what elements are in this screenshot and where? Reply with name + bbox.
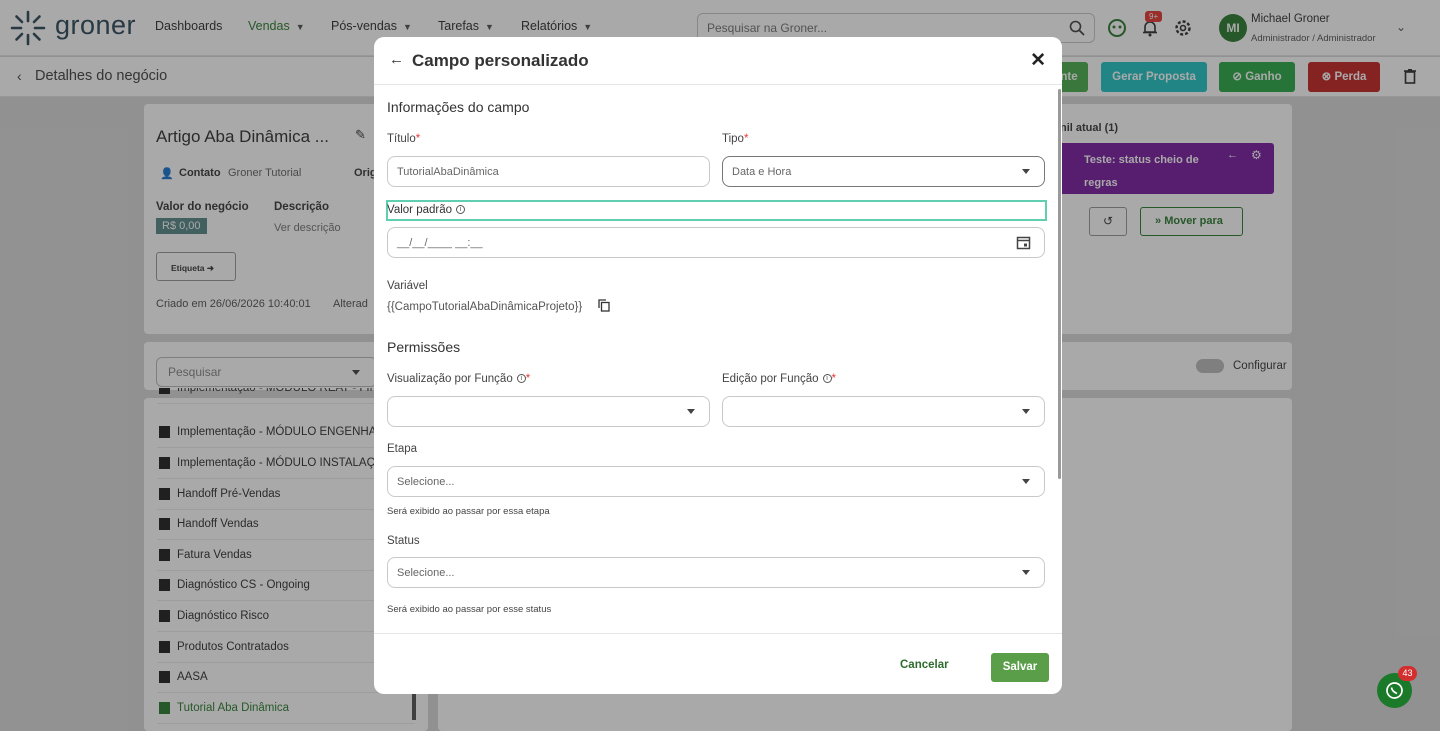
modal-scrollbar[interactable]: [1058, 89, 1061, 479]
edicao-label: Edição por Função i *: [722, 373, 837, 385]
calendar-icon[interactable]: [1016, 235, 1031, 250]
status-select[interactable]: Selecione...: [387, 557, 1045, 588]
titulo-label: Título*: [387, 133, 421, 145]
info-icon: i: [456, 205, 465, 215]
info-icon: i: [516, 374, 526, 384]
etapa-label: Etapa: [387, 443, 418, 455]
modal-title: Campo personalizado: [412, 51, 589, 70]
copy-icon[interactable]: [598, 299, 610, 312]
section-field-info: Informações do campo: [387, 99, 530, 115]
tipo-label: Tipo*: [722, 133, 749, 145]
valor-padrao-highlight: [386, 200, 1047, 221]
whatsapp-icon: [1386, 682, 1403, 699]
info-icon: i: [822, 374, 832, 384]
visualizacao-select[interactable]: [387, 396, 710, 427]
variavel-value: {{CampoTutorialAbaDinâmicaProjeto}}: [387, 301, 583, 313]
arrow-left-icon[interactable]: ←: [389, 51, 404, 68]
whatsapp-badge: 43: [1398, 666, 1417, 681]
edicao-select[interactable]: [722, 396, 1045, 427]
close-icon[interactable]: ✕: [1030, 49, 1046, 72]
chevron-down-icon: [687, 409, 695, 414]
titulo-input[interactable]: TutorialAbaDinâmica: [387, 156, 710, 187]
cancel-button[interactable]: Cancelar: [900, 659, 949, 671]
chevron-down-icon: [1022, 479, 1030, 484]
custom-field-modal: ← Campo personalizado ✕ Informações do c…: [374, 37, 1062, 694]
status-helper: Será exibido ao passar por esse status: [387, 604, 552, 615]
section-permissions: Permissões: [387, 339, 461, 355]
etapa-helper: Será exibido ao passar por essa etapa: [387, 506, 550, 517]
etapa-select[interactable]: Selecione...: [387, 466, 1045, 497]
modal-footer: [374, 633, 1062, 694]
valor-padrao-label: Valor padrão i: [387, 204, 465, 216]
save-button[interactable]: Salvar: [991, 653, 1049, 682]
status-label: Status: [387, 535, 420, 547]
modal-header: ← Campo personalizado ✕: [374, 37, 1062, 85]
valor-padrao-datetime-input[interactable]: __/__/____ __:__: [387, 227, 1045, 258]
tipo-select[interactable]: Data e Hora: [722, 156, 1045, 187]
chevron-down-icon: [1022, 409, 1030, 414]
visualizacao-label: Visualização por Função i *: [387, 373, 531, 385]
variavel-label: Variável: [387, 280, 428, 292]
chevron-down-icon: [1022, 169, 1030, 174]
chevron-down-icon: [1022, 570, 1030, 575]
